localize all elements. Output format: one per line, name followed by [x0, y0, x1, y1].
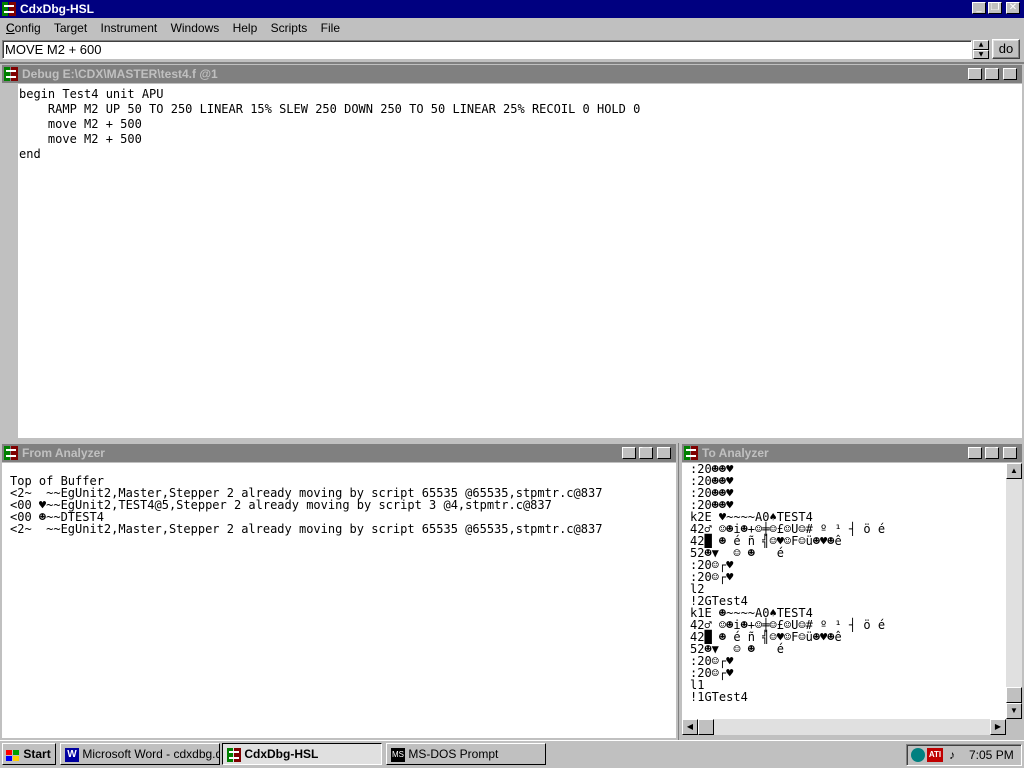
system-tray: ATI ♪ 7:05 PM	[906, 744, 1022, 766]
to-analyzer-titlebar[interactable]: To Analyzer _ ☐ ✕	[682, 444, 1022, 462]
do-button[interactable]: do	[992, 39, 1020, 59]
debug-line: RAMP M2 UP 50 TO 250 LINEAR 15% SLEW 250…	[19, 102, 641, 116]
to-analyzer-window: To Analyzer _ ☐ ✕ :20☻☻♥ :20☻☻♥ :20☻☻♥ :…	[680, 443, 1024, 740]
scroll-thumb[interactable]	[1006, 687, 1022, 703]
maximize-icon[interactable]: ☐	[985, 68, 999, 80]
scroll-thumb[interactable]	[698, 719, 714, 735]
task-label: MS-DOS Prompt	[408, 747, 499, 761]
restore-icon[interactable]: ❐	[988, 2, 1002, 14]
minimize-icon[interactable]: _	[968, 68, 982, 80]
start-label: Start	[23, 747, 51, 761]
task-label: CdxDbg-HSL	[244, 747, 319, 761]
task-word[interactable]: W Microsoft Word - cdxdbg.d...	[60, 743, 220, 765]
minimize-icon[interactable]: _	[968, 447, 982, 459]
app-title: CdxDbg-HSL	[20, 2, 94, 16]
start-button[interactable]: Start	[2, 743, 56, 765]
maximize-icon[interactable]: ☐	[639, 447, 653, 459]
do-button-label: do	[998, 41, 1014, 56]
debug-window-title: Debug E:\CDX\MASTER\test4.f @1	[22, 67, 218, 81]
menu-instrument[interactable]: Instrument	[101, 21, 158, 35]
menu-config[interactable]: Config	[6, 21, 41, 35]
to-analyzer-icon	[684, 446, 698, 460]
scroll-left-icon[interactable]: ◀	[682, 719, 698, 735]
scroll-right-icon[interactable]: ▶	[990, 719, 1006, 735]
cdxdbg-icon	[227, 747, 241, 762]
close-icon[interactable]: ✕	[1003, 68, 1017, 80]
task-msdos[interactable]: MS MS-DOS Prompt	[386, 743, 546, 765]
debug-window: Debug E:\CDX\MASTER\test4.f @1 _ ☐ ✕ beg…	[0, 64, 1024, 440]
menu-file[interactable]: File	[321, 21, 340, 35]
log-line: !1GTest4	[690, 690, 748, 704]
menu-help[interactable]: Help	[233, 21, 258, 35]
app-titlebar[interactable]: CdxDbg-HSL _ ❐ ✕	[0, 0, 1024, 18]
network-icon[interactable]	[911, 748, 925, 762]
app-icon	[2, 2, 16, 16]
menu-items: Config Target Instrument Windows Help Sc…	[6, 20, 340, 38]
debug-editor[interactable]: begin Test4 unit APU RAMP M2 UP 50 TO 25…	[18, 84, 1022, 438]
close-icon[interactable]: ✕	[657, 447, 671, 459]
debug-line: move M2 + 500	[19, 117, 142, 131]
menu-windows[interactable]: Windows	[171, 21, 220, 35]
debug-window-icon	[4, 67, 18, 81]
clock[interactable]: 7:05 PM	[969, 746, 1014, 764]
minimize-icon[interactable]: _	[972, 2, 986, 14]
volume-icon[interactable]: ♪	[945, 748, 959, 762]
from-analyzer-title: From Analyzer	[22, 446, 105, 460]
close-icon[interactable]: ✕	[1006, 2, 1020, 14]
command-spinner[interactable]: ▲ ▼	[973, 40, 989, 59]
spin-up-icon[interactable]: ▲	[973, 40, 989, 50]
windows-logo-icon	[6, 748, 20, 761]
command-input[interactable]: MOVE M2 + 600	[2, 40, 972, 59]
task-cdxdbg[interactable]: CdxDbg-HSL	[222, 743, 382, 765]
menu-scripts[interactable]: Scripts	[271, 21, 308, 35]
to-analyzer-title: To Analyzer	[702, 446, 769, 460]
from-analyzer-log[interactable]: Top of Buffer <2~ ~~EgUnit2,Master,Stepp…	[2, 463, 676, 738]
log-line: <2~ ~~EgUnit2,Master,Stepper 2 already m…	[10, 522, 603, 536]
from-analyzer-window: From Analyzer _ ☐ ✕ Top of Buffer <2~ ~~…	[0, 443, 679, 740]
minimize-icon[interactable]: _	[622, 447, 636, 459]
to-analyzer-log[interactable]: :20☻☻♥ :20☻☻♥ :20☻☻♥ :20☻☻♥ k2E ♥~~~~A0♠…	[682, 463, 1006, 719]
ati-icon[interactable]: ATI	[927, 748, 943, 762]
spin-down-icon[interactable]: ▼	[973, 50, 989, 59]
scroll-down-icon[interactable]: ▼	[1006, 703, 1022, 719]
maximize-icon[interactable]: ☐	[985, 447, 999, 459]
debug-line: begin Test4 unit APU	[19, 87, 164, 101]
word-icon: W	[65, 747, 79, 762]
from-analyzer-icon	[4, 446, 18, 460]
horizontal-scrollbar[interactable]: ◀ ▶	[682, 719, 1006, 735]
from-analyzer-titlebar[interactable]: From Analyzer _ ☐ ✕	[2, 444, 676, 462]
command-value: MOVE M2 + 600	[5, 42, 102, 57]
scroll-up-icon[interactable]: ▲	[1006, 463, 1022, 479]
debug-line: end	[19, 147, 41, 161]
debug-line: move M2 + 500	[19, 132, 142, 146]
close-icon[interactable]: ✕	[1003, 447, 1017, 459]
vertical-scrollbar[interactable]: ▲ ▼	[1006, 463, 1022, 719]
debug-window-titlebar[interactable]: Debug E:\CDX\MASTER\test4.f @1 _ ☐ ✕	[2, 65, 1022, 83]
menu-target[interactable]: Target	[54, 21, 87, 35]
msdos-icon: MS	[391, 747, 405, 762]
task-label: Microsoft Word - cdxdbg.d...	[82, 747, 220, 761]
